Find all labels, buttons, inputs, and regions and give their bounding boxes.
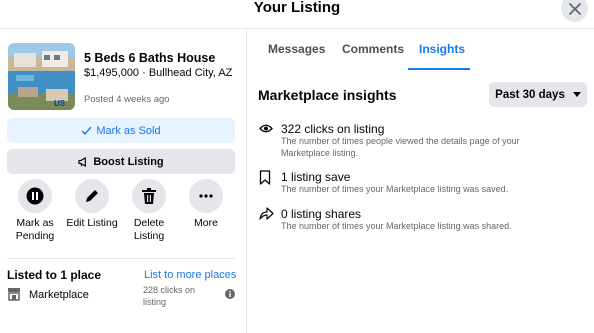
listed-places-heading: Listed to 1 place [7,268,102,282]
stat-shares: 0 listing shares [281,207,362,221]
boost-listing-button[interactable]: Boost Listing [7,149,235,174]
listing-panel: US 5 Beds 6 Baths House $1,495,000 · Bul… [0,29,247,333]
close-icon [568,2,581,15]
delete-listing-label: Delete Listing [133,217,165,242]
stat-clicks-description: The number of times people viewed the de… [281,136,520,158]
thumbnail-badge: US [54,99,66,108]
more-action[interactable]: More [177,179,235,230]
listing-posted-time: Posted 4 weeks ago [84,94,170,105]
bookmark-icon [259,170,271,185]
marketplace-label: Marketplace [29,289,89,301]
close-button[interactable] [561,0,588,22]
info-icon[interactable] [225,289,235,299]
listing-price-location: $1,495,000 · Bullhead City, AZ [84,67,233,79]
checkmark-icon [81,126,92,136]
mark-as-pending-label: Mark as Pending [15,217,55,242]
stat-saves: 1 listing save [281,170,351,184]
insights-heading: Marketplace insights [258,87,397,103]
stat-shares-description: The number of times your Marketplace lis… [281,221,512,231]
mark-as-sold-button[interactable]: Mark as Sold [7,118,235,143]
edit-listing-label: Edit Listing [66,217,118,229]
pencil-icon [86,190,98,202]
edit-listing-action[interactable]: Edit Listing [63,179,121,230]
delete-listing-action[interactable]: Delete Listing [120,179,178,243]
period-dropdown[interactable]: Past 30 days [489,82,587,107]
mark-as-sold-label: Mark as Sold [96,124,161,137]
listing-thumbnail[interactable]: US [8,43,75,110]
caret-down-icon [572,92,581,97]
stat-saves-description: The number of times your Marketplace lis… [281,184,509,194]
trash-icon [142,188,156,204]
listing-title[interactable]: 5 Beds 6 Baths House [84,51,215,65]
boost-listing-label: Boost Listing [93,155,164,168]
list-to-more-places-link[interactable]: List to more places [144,269,236,281]
period-label: Past 30 days [495,88,565,101]
dialog-title: Your Listing [253,0,341,16]
more-label: More [194,217,218,229]
tab-messages[interactable]: Messages [268,42,325,56]
tab-comments[interactable]: Comments [342,42,404,56]
dialog-header: Your Listing [0,0,594,29]
more-icon [199,194,213,198]
mark-as-pending-action[interactable]: Mark as Pending [6,179,64,243]
stat-clicks: 322 clicks on listing [281,122,385,136]
section-divider [7,258,235,259]
marketplace-icon [8,288,20,301]
marketplace-clicks: 228 clicks on listing [143,285,196,307]
active-tab-indicator [408,68,470,70]
tab-insights[interactable]: Insights [419,42,465,56]
share-icon [259,207,274,220]
eye-icon [259,124,273,133]
megaphone-icon [78,157,87,167]
pause-icon [26,187,44,205]
